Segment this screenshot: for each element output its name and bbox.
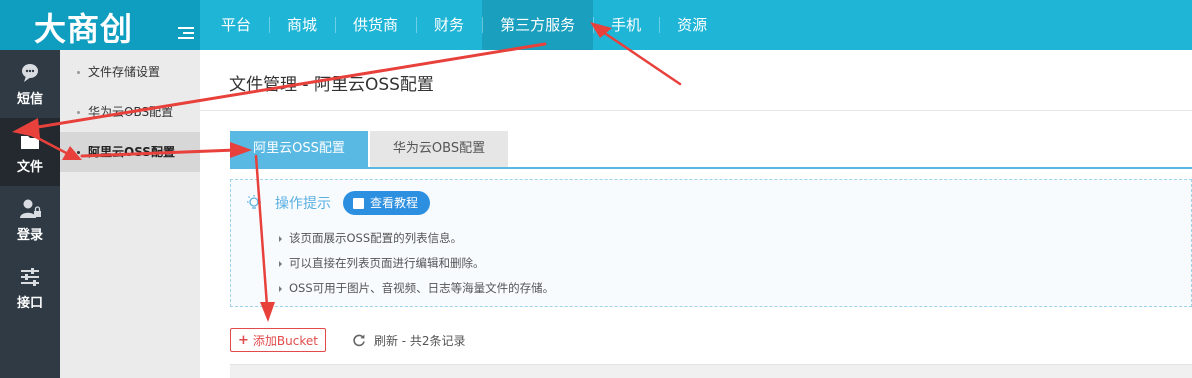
nav-item-third-party-service[interactable]: 第三方服务: [482, 0, 594, 50]
logo[interactable]: 大商创: [0, 0, 200, 50]
view-tutorial-button[interactable]: 查看教程: [343, 191, 431, 215]
folder-icon: [21, 136, 39, 149]
top-bar: 大商创 平台 商城 供货商 财务 第三方服务 手机 资源: [0, 0, 1192, 50]
page-title: 文件管理 - 阿里云OSS配置: [229, 75, 434, 95]
tips-list: 该页面展示OSS配置的列表信息。 可以直接在列表页面进行编辑和删除。 OSS可用…: [277, 226, 554, 301]
submenu-item-huawei-obs[interactable]: 华为云OBS配置: [60, 92, 200, 132]
sidebar-item-login[interactable]: 登录: [0, 186, 60, 254]
tab-huawei-obs[interactable]: 华为云OBS配置: [370, 131, 508, 167]
sidebar-item-label: 文件: [16, 160, 43, 175]
plus-icon: +: [238, 332, 249, 348]
nav-item-platform[interactable]: 平台: [203, 0, 269, 50]
tip-item: 可以直接在列表页面进行编辑和删除。: [277, 251, 554, 276]
sidebar: 短信 文件 登录 接口: [0, 50, 60, 378]
divider: [200, 110, 1192, 111]
operation-tips-panel: 操作提示 查看教程 该页面展示OSS配置的列表信息。 可以直接在列表页面进行编辑…: [230, 179, 1192, 307]
nav-item-mall[interactable]: 商城: [269, 0, 335, 50]
add-bucket-label: 添加Bucket: [252, 333, 318, 348]
sidebar-item-label: 登录: [16, 228, 43, 243]
list-toolbar: + 添加Bucket 刷新 - 共2条记录: [230, 328, 466, 352]
sidebar-item-sms[interactable]: 短信: [0, 50, 60, 118]
sidebar-item-interface[interactable]: 接口: [0, 254, 60, 322]
table-header: [230, 364, 1192, 378]
tips-header: 操作提示 查看教程: [245, 191, 431, 215]
logo-text: 大商创: [34, 10, 134, 48]
nav-item-resources[interactable]: 资源: [659, 0, 725, 50]
app-root: 大商创 平台 商城 供货商 财务 第三方服务 手机 资源 短信 文件 登录 接口…: [0, 0, 1192, 378]
tip-item: OSS可用于图片、音视频、日志等海量文件的存储。: [277, 276, 554, 301]
tip-item: 该页面展示OSS配置的列表信息。: [277, 226, 554, 251]
top-nav: 平台 商城 供货商 财务 第三方服务 手机 资源: [203, 0, 725, 50]
sidebar-item-label: 接口: [16, 296, 43, 311]
tab-aliyun-oss[interactable]: 阿里云OSS配置: [230, 131, 368, 167]
submenu: 文件存储设置 华为云OBS配置 阿里云OSS配置: [60, 50, 200, 378]
tips-title: 操作提示: [275, 196, 331, 212]
add-bucket-button[interactable]: + 添加Bucket: [230, 328, 326, 352]
refresh-label: 刷新 - 共2条记录: [373, 333, 466, 348]
refresh-icon: [353, 334, 365, 347]
submenu-item-aliyun-oss[interactable]: 阿里云OSS配置: [60, 132, 200, 172]
nav-item-mobile[interactable]: 手机: [593, 0, 659, 50]
tab-underline: [230, 167, 1192, 169]
tab-bar: 阿里云OSS配置 华为云OBS配置: [230, 131, 508, 167]
sidebar-item-file[interactable]: 文件: [0, 118, 60, 186]
refresh-button[interactable]: 刷新 - 共2条记录: [352, 332, 466, 349]
sliders-icon: [21, 268, 39, 286]
sidebar-item-label: 短信: [16, 92, 43, 107]
nav-item-supplier[interactable]: 供货商: [335, 0, 416, 50]
nav-item-finance[interactable]: 财务: [416, 0, 482, 50]
view-tutorial-label: 查看教程: [370, 196, 419, 210]
menu-toggle-icon[interactable]: [178, 27, 194, 39]
chat-bubble-icon: [22, 64, 38, 82]
lightbulb-icon: [247, 195, 261, 209]
main-content: 文件管理 - 阿里云OSS配置 阿里云OSS配置 华为云OBS配置 操作提示 查…: [200, 50, 1192, 378]
submenu-item-file-storage-settings[interactable]: 文件存储设置: [60, 52, 200, 92]
book-icon: [353, 197, 364, 209]
user-lock-icon: [20, 199, 41, 218]
